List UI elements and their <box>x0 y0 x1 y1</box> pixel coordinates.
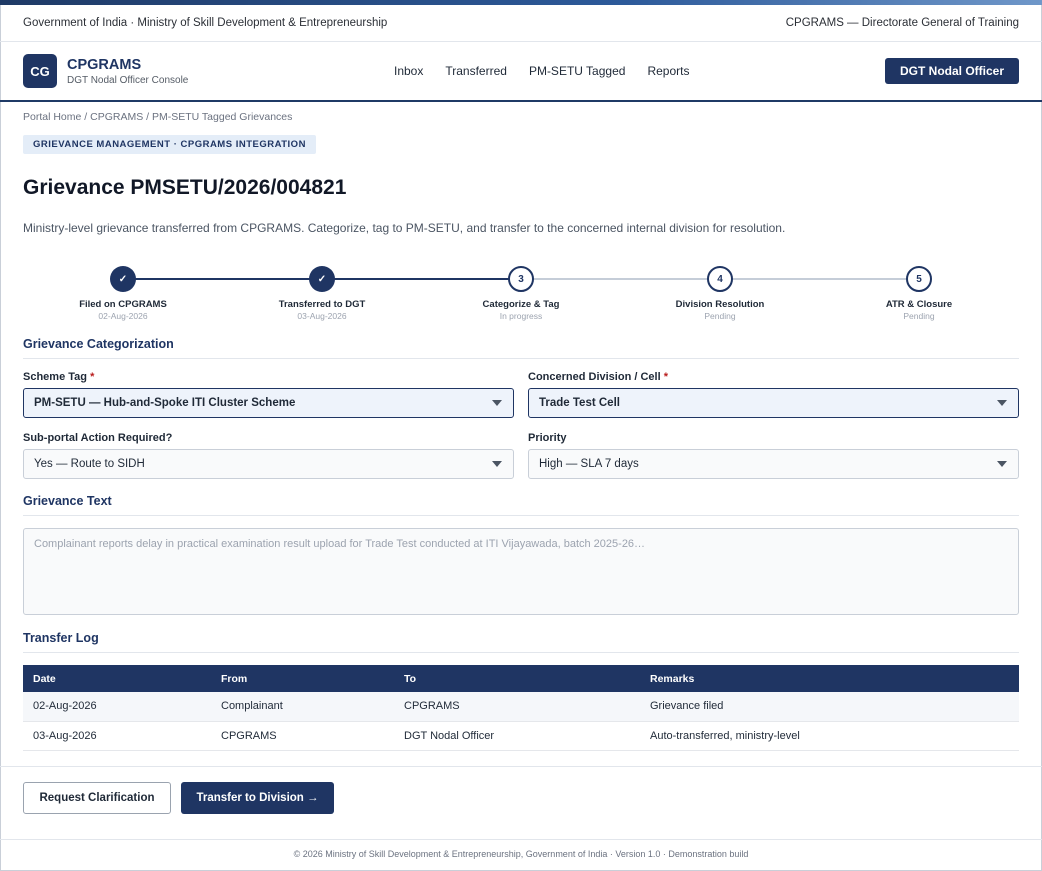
column-date: Date <box>23 665 211 692</box>
step-date: 02-Aug-2026 <box>98 311 148 321</box>
step-filed: ✓ Filed on CPGRAMS 02-Aug-2026 <box>53 266 193 321</box>
scheme-tag-label-text: Scheme Tag <box>23 371 87 383</box>
nav-inbox[interactable]: Inbox <box>394 64 423 78</box>
step-status: In progress <box>499 311 543 321</box>
scheme-tag-value: PM-SETU — Hub-and-Spoke ITI Cluster Sche… <box>34 397 296 409</box>
scheme-tag-label: Scheme Tag * <box>23 371 94 383</box>
column-from: From <box>211 665 394 692</box>
step-number: 5 <box>906 266 932 292</box>
step-label: Transferred to DGT <box>278 299 366 310</box>
chevron-down-icon <box>997 400 1007 406</box>
page-title: Grievance PMSETU/2026/004821 <box>23 176 347 199</box>
column-to: To <box>394 665 640 692</box>
table-row: 02-Aug-2026 Complainant CPGRAMS Grievanc… <box>23 692 1019 722</box>
section-chip: GRIEVANCE MANAGEMENT · CPGRAMS INTEGRATI… <box>23 135 316 154</box>
scheme-tag-select[interactable]: PM-SETU — Hub-and-Spoke ITI Cluster Sche… <box>23 388 514 418</box>
cell-from: CPGRAMS <box>211 721 394 751</box>
progress-stepper: ✓ Filed on CPGRAMS 02-Aug-2026 ✓ Transfe… <box>23 266 1019 326</box>
step-status: Pending <box>903 311 935 321</box>
table-header-row: Date From To Remarks <box>23 665 1019 692</box>
nav-transferred[interactable]: Transferred <box>445 64 507 78</box>
step-label: Division Resolution <box>675 299 765 310</box>
check-icon: ✓ <box>110 266 136 292</box>
cell-remarks: Grievance filed <box>640 692 1019 722</box>
brand: CPGRAMS DGT Nodal Officer Console <box>67 57 188 86</box>
app-logo: CG <box>23 54 57 88</box>
subportal-label: Sub-portal Action Required? <box>23 432 173 444</box>
required-marker: * <box>663 371 668 383</box>
nav-pm-setu-tagged[interactable]: PM-SETU Tagged <box>529 64 626 78</box>
request-clarification-button[interactable]: Request Clarification <box>23 782 171 814</box>
cell-remarks: Auto-transferred, ministry-level <box>640 721 1019 751</box>
transfer-log-table: Date From To Remarks 02-Aug-2026 Complai… <box>23 665 1019 751</box>
transfer-log-heading: Transfer Log <box>23 631 1019 653</box>
user-role-button[interactable]: DGT Nodal Officer <box>884 58 1019 84</box>
app-header: CG CPGRAMS DGT Nodal Officer Console Inb… <box>0 42 1042 102</box>
division-value: Trade Test Cell <box>539 397 620 409</box>
grievance-text-heading: Grievance Text <box>23 494 1019 516</box>
priority-select[interactable]: High — SLA 7 days <box>528 449 1019 479</box>
subportal-select[interactable]: Yes — Route to SIDH <box>23 449 514 479</box>
step-division-resolution: 4 Division Resolution Pending <box>650 266 790 321</box>
app-subtitle: DGT Nodal Officer Console <box>67 74 189 86</box>
division-label-text: Concerned Division / Cell <box>528 371 661 383</box>
column-remarks: Remarks <box>640 665 1019 692</box>
step-label: Categorize & Tag <box>482 299 560 310</box>
cell-to: DGT Nodal Officer <box>394 721 640 751</box>
step-transferred: ✓ Transferred to DGT 03-Aug-2026 <box>252 266 392 321</box>
division-label: Concerned Division / Cell * <box>528 371 668 383</box>
step-number: 3 <box>508 266 534 292</box>
cell-to: CPGRAMS <box>394 692 640 722</box>
transfer-to-division-button[interactable]: Transfer to Division → <box>181 782 334 814</box>
required-marker: * <box>90 371 95 383</box>
step-label: Filed on CPGRAMS <box>79 299 167 310</box>
grievance-text-area[interactable]: Complainant reports delay in practical e… <box>23 528 1019 615</box>
cell-date: 03-Aug-2026 <box>23 721 211 751</box>
table-row: 03-Aug-2026 CPGRAMS DGT Nodal Officer Au… <box>23 721 1019 751</box>
grievance-text-placeholder: Complainant reports delay in practical e… <box>34 538 646 550</box>
priority-value: High — SLA 7 days <box>539 458 639 470</box>
step-number: 4 <box>707 266 733 292</box>
action-bar: Request Clarification Transfer to Divisi… <box>0 766 1042 840</box>
check-icon: ✓ <box>309 266 335 292</box>
app-title: CPGRAMS <box>67 56 142 73</box>
cell-from: Complainant <box>211 692 394 722</box>
step-categorize: 3 Categorize & Tag In progress <box>451 266 591 321</box>
chevron-down-icon <box>492 461 502 467</box>
main-nav: Inbox Transferred PM-SETU Tagged Reports <box>394 42 711 100</box>
step-atr-closure: 5 ATR & Closure Pending <box>849 266 989 321</box>
categorization-heading: Grievance Categorization <box>23 337 1019 359</box>
step-label: ATR & Closure <box>885 299 953 310</box>
gov-ministry-text: Government of India · Ministry of Skill … <box>23 17 388 29</box>
cell-date: 02-Aug-2026 <box>23 692 211 722</box>
subportal-value: Yes — Route to SIDH <box>34 458 145 470</box>
government-bar: Government of India · Ministry of Skill … <box>0 5 1042 42</box>
breadcrumb: Portal Home / CPGRAMS / PM-SETU Tagged G… <box>23 111 293 123</box>
priority-label: Priority <box>528 432 567 444</box>
chevron-down-icon <box>997 461 1007 467</box>
step-status: Pending <box>704 311 736 321</box>
page-description: Ministry-level grievance transferred fro… <box>23 221 786 235</box>
chevron-down-icon <box>492 400 502 406</box>
step-date: 03-Aug-2026 <box>297 311 347 321</box>
gov-directorate-text: CPGRAMS — Directorate General of Trainin… <box>785 17 1019 29</box>
division-select[interactable]: Trade Test Cell <box>528 388 1019 418</box>
footer-text: © 2026 Ministry of Skill Development & E… <box>293 849 749 859</box>
nav-reports[interactable]: Reports <box>647 64 689 78</box>
